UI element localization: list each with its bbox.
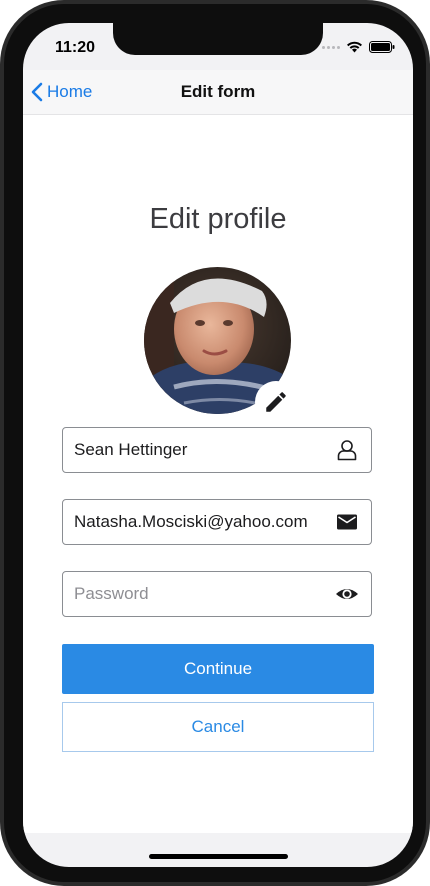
- notch: [113, 23, 323, 55]
- phone-screen: 11:20 Home Edit form Edit profile Sean H…: [23, 23, 413, 867]
- pencil-icon: [266, 392, 286, 412]
- cancel-button[interactable]: Cancel: [62, 702, 374, 752]
- back-button-label: Home: [47, 82, 93, 101]
- name-input[interactable]: [63, 428, 324, 472]
- edit-avatar-button[interactable]: [255, 381, 297, 423]
- battery-icon: [369, 41, 395, 53]
- mail-icon: [337, 514, 357, 530]
- edit-profile-form: Edit profile Sean Hettinger Natasha.Mosc…: [23, 115, 413, 833]
- name-field: [62, 427, 372, 473]
- home-indicator[interactable]: [149, 854, 288, 859]
- status-icons: [322, 41, 395, 53]
- password-field: [62, 571, 372, 617]
- cellular-signal-icon: [322, 45, 340, 49]
- phone-frame: 11:20 Home Edit form Edit profile Sean H…: [0, 0, 430, 886]
- page-title: Edit profile: [149, 203, 287, 235]
- password-input[interactable]: [63, 572, 324, 616]
- user-icon: [337, 440, 357, 461]
- eye-icon[interactable]: [335, 582, 359, 606]
- navigation-bar: Home Edit form: [23, 70, 413, 115]
- continue-button[interactable]: Continue: [62, 644, 374, 694]
- email-field: [62, 499, 372, 545]
- status-time: 11:20: [55, 39, 96, 56]
- email-input[interactable]: [63, 500, 324, 544]
- phone-bezel: 11:20 Home Edit form Edit profile Sean H…: [4, 4, 426, 882]
- wifi-icon: [347, 41, 362, 53]
- back-button[interactable]: Home: [31, 70, 92, 114]
- chevron-left-icon: [31, 82, 43, 102]
